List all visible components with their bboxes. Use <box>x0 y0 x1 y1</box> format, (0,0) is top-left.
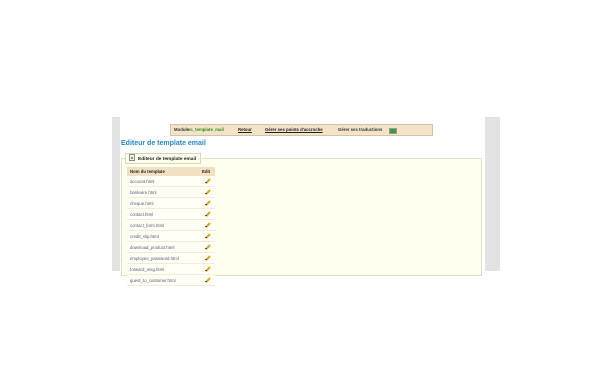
panel-legend-label: Editeur de template email <box>138 157 197 162</box>
edit-pencil-icon[interactable] <box>204 211 210 216</box>
template-name: guest_to_customer.html <box>127 274 199 286</box>
template-name: credit_slip.html <box>127 230 199 242</box>
edit-pencil-icon[interactable] <box>204 255 210 260</box>
edit-pencil-icon[interactable] <box>204 178 210 183</box>
edit-pencil-icon[interactable] <box>204 244 210 249</box>
table-row: account.html <box>127 176 215 187</box>
edit-pencil-icon[interactable] <box>204 233 210 238</box>
manage-hooks-link[interactable]: Gérer ses points d'accroche <box>265 127 323 132</box>
edit-pencil-icon[interactable] <box>204 266 210 271</box>
table-row: credit_slip.html <box>127 230 215 242</box>
module-label: Module <box>174 127 190 132</box>
column-header-name: Nom du template <box>127 167 199 176</box>
panel-legend: Editeur de template email <box>125 153 202 164</box>
edit-pencil-icon[interactable] <box>204 189 210 194</box>
back-link[interactable]: Retour <box>238 127 252 132</box>
template-name: download_product.html <box>127 241 199 253</box>
it-flag[interactable] <box>389 127 397 134</box>
left-gutter <box>112 117 120 271</box>
template-name: cheque.html <box>127 197 199 209</box>
template-table: Nom du template Edit account.html bankwir… <box>127 167 215 286</box>
template-name: employee_password.html <box>127 252 199 264</box>
table-row: employee_password.html <box>127 252 215 264</box>
document-icon <box>129 154 135 161</box>
edit-pencil-icon[interactable] <box>204 222 210 227</box>
table-row: cheque.html <box>127 197 215 209</box>
edit-pencil-icon[interactable] <box>204 200 210 205</box>
right-scrollbar[interactable] <box>485 117 500 271</box>
module-name: ec_template_mail <box>188 127 224 132</box>
page-title: Editeur de template email <box>121 140 206 147</box>
table-row: contact_form.html <box>127 219 215 231</box>
table-row: guest_to_customer.html <box>127 274 215 286</box>
template-name: bankwire.html <box>127 186 199 198</box>
table-row: download_product.html <box>127 241 215 253</box>
module-toolbar: Module ec_template_mail Retour Gérer ses… <box>170 124 433 136</box>
template-name: contact_form.html <box>127 219 199 231</box>
template-name: contact.html <box>127 208 199 220</box>
translations-label: Gérer ses traductions <box>338 127 383 132</box>
template-name: account.html <box>127 176 199 187</box>
template-name: forward_msg.html <box>127 263 199 275</box>
table-row: bankwire.html <box>127 186 215 198</box>
column-header-edit: Edit <box>199 167 215 176</box>
table-row: contact.html <box>127 208 215 220</box>
edit-pencil-icon[interactable] <box>204 277 210 282</box>
table-row: forward_msg.html <box>127 263 215 275</box>
